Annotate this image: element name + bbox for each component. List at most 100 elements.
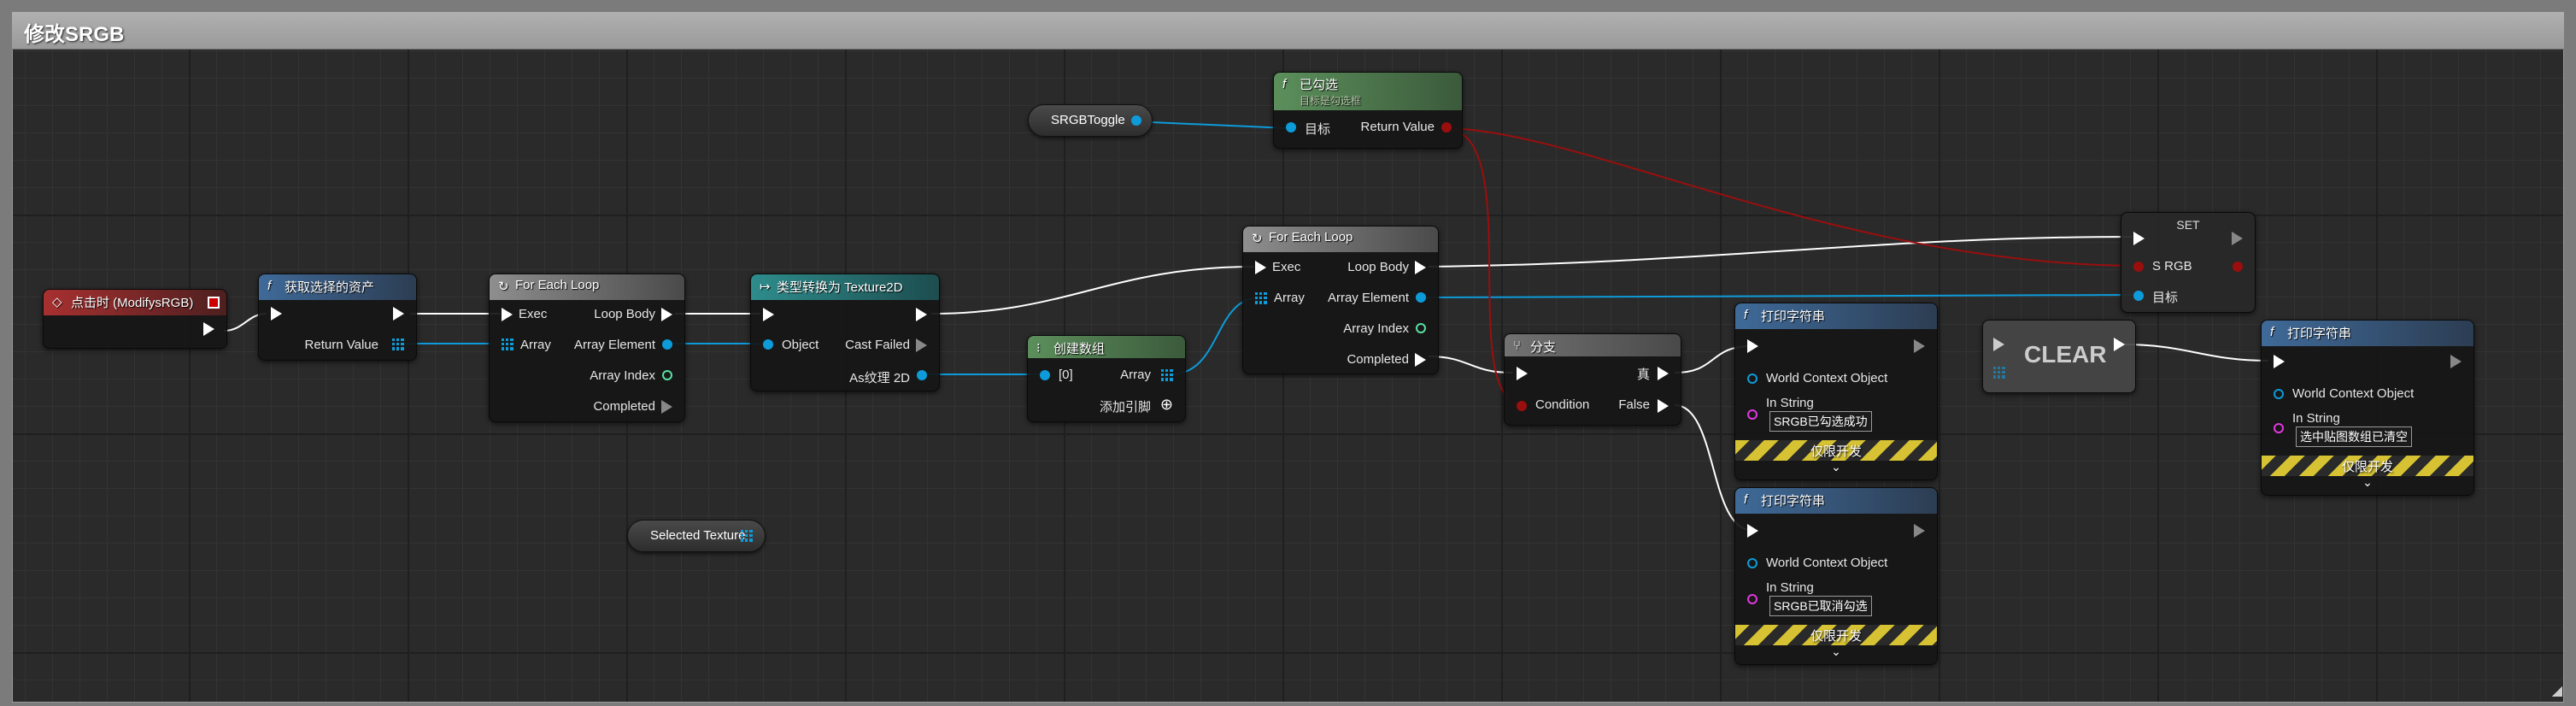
srgb-out-pin[interactable] <box>2233 262 2243 272</box>
resize-handle-icon[interactable]: ◢ <box>2552 682 2562 699</box>
cast-failed-pin[interactable] <box>916 338 927 352</box>
loop-body-label: Loop Body <box>1347 260 1409 274</box>
array-element-pin[interactable] <box>662 339 672 350</box>
exec-out-pin[interactable] <box>2232 232 2243 245</box>
exec-in-pin[interactable] <box>1517 367 1528 380</box>
exec-out-pin[interactable] <box>2114 338 2125 351</box>
target-in-pin[interactable] <box>1286 122 1296 132</box>
print-string-node-unchecked[interactable]: f 打印字符串 World Context Object In String SR… <box>1734 487 1938 665</box>
node-title: 打印字符串 <box>1761 309 1826 324</box>
set-srgb-node[interactable]: SET S RGB 目标 <box>2121 212 2256 313</box>
world-context-label: World Context Object <box>1766 371 1888 385</box>
exec-in-pin[interactable] <box>1255 261 1266 274</box>
exec-in-pin[interactable] <box>1747 524 1758 538</box>
false-pin[interactable] <box>1658 399 1669 413</box>
as-texture-pin[interactable] <box>917 370 927 380</box>
array-out-pin[interactable] <box>1161 369 1173 381</box>
cast-texture2d-node[interactable]: ↦ 类型转换为 Texture2D Object Cast Failed As纹理… <box>750 274 940 391</box>
selected-texture-variable[interactable]: Selected Texture <box>627 520 766 552</box>
node-title: 类型转换为 Texture2D <box>777 280 903 295</box>
srgb-toggle-variable[interactable]: SRGBToggle <box>1028 104 1153 137</box>
event-title: 点击时 (ModifysRGB) <box>71 296 194 310</box>
in-string-field[interactable]: 选中贴图数组已清空 <box>2296 427 2412 447</box>
world-context-label: World Context Object <box>2292 386 2415 401</box>
array-element-label: Array Element <box>1327 291 1409 305</box>
object-in-pin[interactable] <box>763 339 773 350</box>
world-context-pin[interactable] <box>1747 374 1757 384</box>
array-pin-icon[interactable] <box>1993 367 2005 379</box>
clear-array-node[interactable]: CLEAR <box>1982 320 2136 393</box>
array-element-pin[interactable] <box>1416 292 1426 303</box>
in-string-pin[interactable] <box>1747 594 1757 604</box>
for-each-loop-node[interactable]: ↻ For Each Loop Exec Loop Body Array Arra… <box>489 274 685 422</box>
srgb-in-pin[interactable] <box>2133 262 2144 272</box>
array-label: Array <box>520 338 551 352</box>
node-title: 获取选择的资产 <box>285 280 375 295</box>
add-pin-icon[interactable]: ⊕ <box>1160 396 1173 414</box>
completed-pin[interactable] <box>661 400 672 414</box>
function-icon: f <box>2270 325 2274 339</box>
object-wire <box>1422 294 2137 298</box>
exec-in-pin[interactable] <box>502 308 513 321</box>
array-label: Array <box>1120 368 1151 382</box>
condition-pin[interactable] <box>1517 401 1527 411</box>
array-pin-icon[interactable] <box>502 338 513 350</box>
in-string-field[interactable]: SRGB已勾选成功 <box>1769 411 1872 432</box>
completed-label: Completed <box>1347 352 1409 367</box>
exec-out-pin[interactable] <box>916 308 927 321</box>
in-string-pin[interactable] <box>1747 409 1757 420</box>
get-selected-assets-node[interactable]: f 获取选择的资产 Return Value <box>258 274 417 361</box>
exec-in-pin[interactable] <box>763 308 774 321</box>
exec-out-pin[interactable] <box>203 322 214 336</box>
node-title: 已勾选 <box>1300 78 1339 92</box>
in-string-pin[interactable] <box>2274 423 2284 433</box>
target-in-pin[interactable] <box>2133 291 2144 301</box>
function-icon: f <box>1282 77 1287 91</box>
variable-label: SRGBToggle <box>1051 113 1125 127</box>
print-string-node-cleared[interactable]: f 打印字符串 World Context Object In String 选中… <box>2261 320 2474 496</box>
expand-chevron-icon[interactable]: ⌄ <box>1735 460 1937 474</box>
in-string-label: In String <box>1766 396 1814 410</box>
exec-out-pin[interactable] <box>1914 524 1925 538</box>
loop-body-pin[interactable] <box>1415 261 1426 274</box>
cast-icon: ↦ <box>760 279 771 294</box>
return-value-pin[interactable] <box>1441 122 1452 132</box>
exec-in-pin[interactable] <box>1993 338 2004 351</box>
condition-label: Condition <box>1535 397 1590 412</box>
true-pin[interactable] <box>1658 367 1669 380</box>
variable-out-pin[interactable] <box>1131 115 1141 126</box>
array-index-pin[interactable] <box>1416 323 1426 333</box>
array-pin-icon[interactable] <box>392 338 404 350</box>
completed-label: Completed <box>593 399 655 414</box>
in-string-field[interactable]: SRGB已取消勾选 <box>1769 596 1872 616</box>
node-title: 分支 <box>1530 340 1557 355</box>
event-delegate-icon[interactable] <box>208 297 220 309</box>
branch-node[interactable]: ⑂ 分支 真 Condition False <box>1504 333 1681 426</box>
array-index-label: Array Index <box>1343 321 1409 336</box>
event-node[interactable]: ◇ 点击时 (ModifysRGB) <box>43 289 227 349</box>
expand-chevron-icon[interactable]: ⌄ <box>2262 475 2473 490</box>
completed-pin[interactable] <box>1415 353 1426 367</box>
exec-out-pin[interactable] <box>1914 339 1925 353</box>
world-context-pin[interactable] <box>1747 558 1757 568</box>
index0-pin[interactable] <box>1040 370 1050 380</box>
exec-in-pin[interactable] <box>2133 232 2145 245</box>
world-context-pin[interactable] <box>2274 389 2284 399</box>
print-string-node-success[interactable]: f 打印字符串 World Context Object In String SR… <box>1734 303 1938 480</box>
exec-in-pin[interactable] <box>1747 339 1758 353</box>
array-pin-icon[interactable] <box>741 530 753 542</box>
is-checked-node[interactable]: f 已勾选 目标是勾选框 目标 Return Value <box>1273 72 1463 149</box>
exec-in-pin[interactable] <box>2274 355 2285 368</box>
for-each-loop-node-2[interactable]: ↻ For Each Loop Exec Loop Body Array Arra… <box>1242 226 1439 374</box>
exec-out-pin[interactable] <box>393 307 404 321</box>
object-wire <box>1131 121 1289 129</box>
array-pin-icon[interactable] <box>1255 292 1267 304</box>
array-index-pin[interactable] <box>662 370 672 380</box>
array-index-label: Array Index <box>590 368 655 383</box>
exec-out-pin[interactable] <box>2450 355 2462 368</box>
make-array-node[interactable]: ⁝ 创建数组 [0] Array 添加引脚 ⊕ <box>1027 335 1186 422</box>
loop-body-pin[interactable] <box>661 308 672 321</box>
expand-chevron-icon[interactable]: ⌄ <box>1735 644 1937 659</box>
world-context-label: World Context Object <box>1766 556 1888 570</box>
exec-in-pin[interactable] <box>271 307 282 321</box>
